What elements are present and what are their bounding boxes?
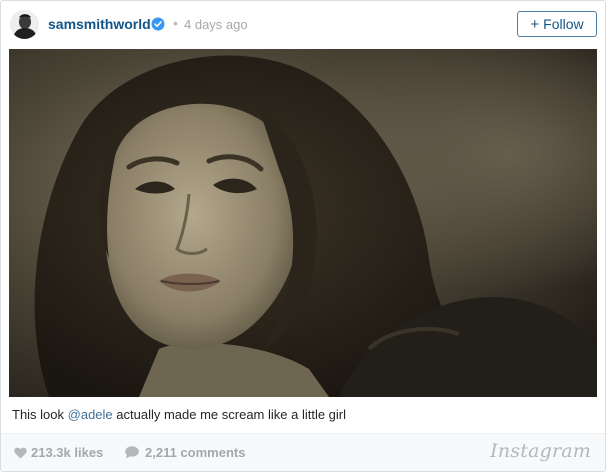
follow-button[interactable]: + Follow — [517, 11, 597, 37]
plus-icon: + — [530, 15, 540, 33]
verified-badge-icon — [151, 17, 165, 31]
separator-dot: • — [173, 15, 178, 31]
post-header: samsmithworld • 4 days ago + Follow — [1, 1, 605, 49]
username-link[interactable]: samsmithworld — [48, 16, 151, 32]
comments-count[interactable]: 2,211 comments — [145, 445, 245, 460]
caption-text-end: actually made me scream like a little gi… — [112, 407, 347, 422]
speech-bubble-icon — [125, 446, 139, 459]
post-caption: This look @adele actually made me scream… — [12, 407, 346, 422]
post-photo[interactable] — [9, 49, 597, 397]
heart-icon — [14, 446, 27, 459]
post-timestamp[interactable]: 4 days ago — [184, 17, 248, 32]
instagram-logo[interactable]: Instagram — [490, 440, 591, 462]
instagram-embed-card: samsmithworld • 4 days ago + Follow This… — [0, 0, 606, 472]
follow-label: Follow — [543, 16, 584, 32]
caption-text-start: This look — [12, 407, 68, 422]
mention-link[interactable]: @adele — [68, 407, 113, 422]
likes-count[interactable]: 213.3k likes — [31, 445, 103, 460]
avatar[interactable] — [10, 10, 39, 39]
post-footer: 213.3k likes 2,211 comments Instagram — [1, 433, 605, 471]
